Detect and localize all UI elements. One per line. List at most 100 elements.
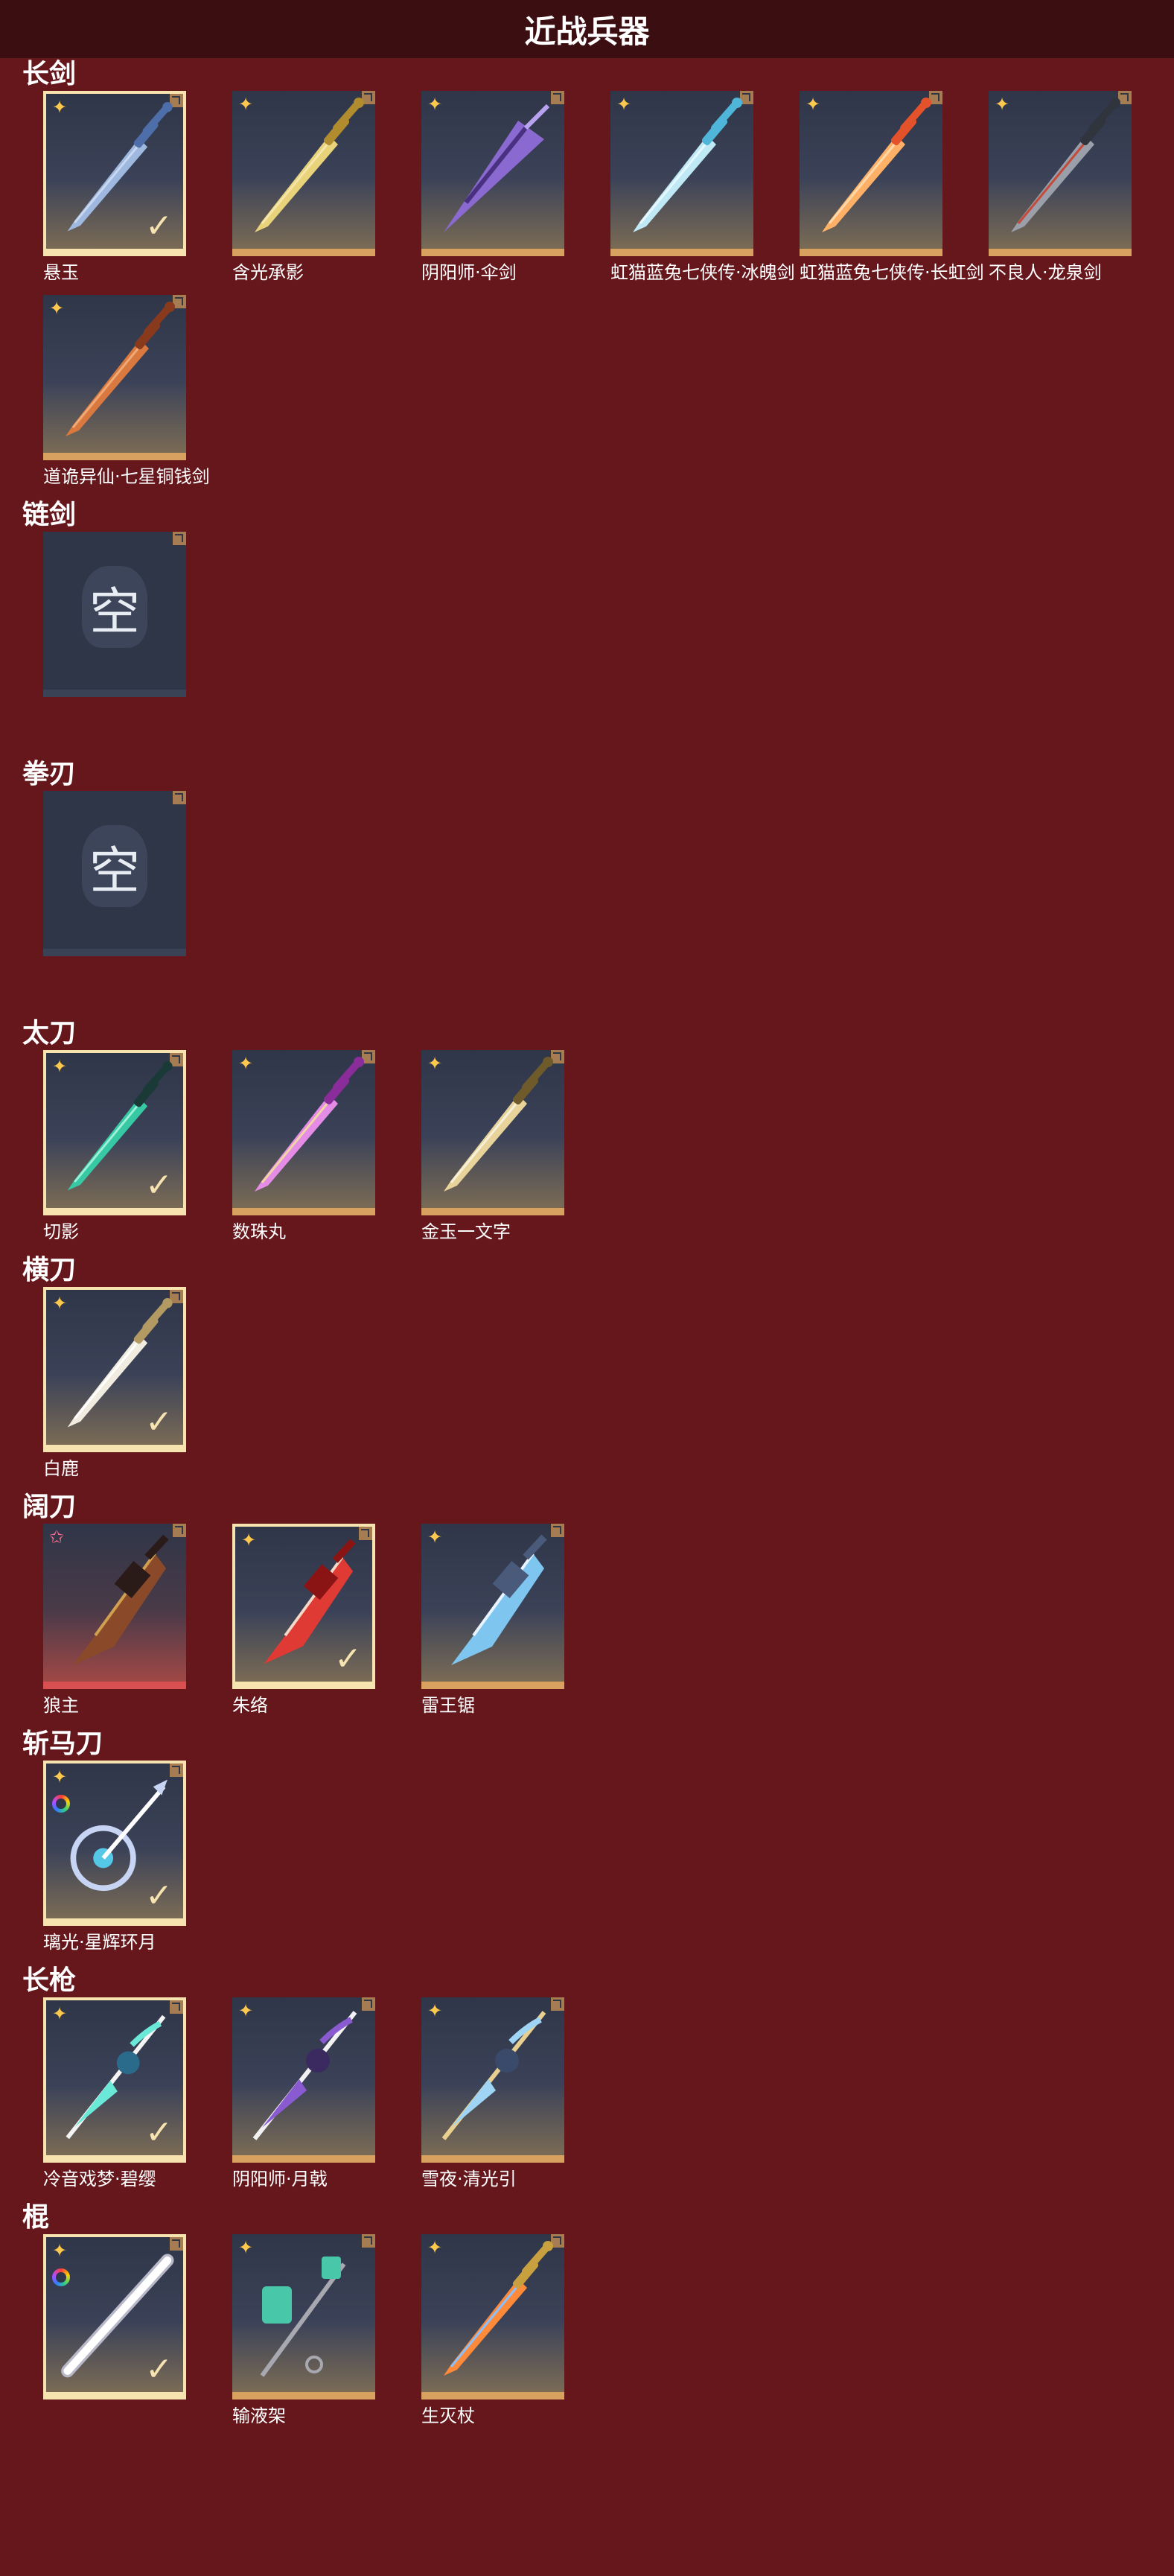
equipped-check-icon: ✓ xyxy=(145,1403,173,1441)
weapon-card[interactable]: ✦ ✓ 璃光·星辉环月 xyxy=(43,1761,186,1954)
weapon-tile[interactable]: ✦ ✓ xyxy=(43,91,186,256)
weapon-card[interactable]: ✦ ✓ 切影 xyxy=(43,1050,186,1244)
weapon-name: 切影 xyxy=(43,1221,79,1242)
weapon-card[interactable]: ✦ 金玉一文字 xyxy=(421,1050,564,1244)
weapon-art xyxy=(822,98,931,232)
weapon-tile[interactable]: ✦ xyxy=(421,1524,564,1689)
weapon-grid: 空 xyxy=(43,532,1160,758)
weapon-art xyxy=(451,1534,547,1665)
weapon-list: 长剑 ✦✓悬玉 ✦含光承影 ✦阴阳师·伞剑 ✦虹猫蓝兔七侠传·冰魄剑 xyxy=(0,58,1174,2438)
weapon-card[interactable]: ✦ 不良人·龙泉剑 xyxy=(989,91,1132,284)
weapon-tile[interactable]: ✦ xyxy=(232,1997,375,2163)
weapon-name: 狼主 xyxy=(43,1695,79,1716)
weapon-card[interactable]: ✦ 阴阳师·月戟 xyxy=(232,1997,375,2191)
equipped-check-icon: ✓ xyxy=(145,2350,173,2388)
weapon-tile[interactable]: ✦ xyxy=(421,2234,564,2400)
weapon-card[interactable]: ✦ 阴阳师·伞剑 xyxy=(421,91,564,284)
weapon-tile[interactable]: 空 xyxy=(43,532,186,697)
weapon-tile[interactable]: ✦ xyxy=(232,91,375,256)
weapon-card[interactable]: ✩ 狼主 xyxy=(43,1524,186,1717)
category-title: 阔刀 xyxy=(22,1492,77,1522)
weapon-card[interactable]: ✦ 雷王锯 xyxy=(421,1524,564,1717)
rarity-star-icon: ✦ xyxy=(238,2237,254,2258)
weapon-card[interactable]: ✦ 虹猫蓝兔七侠传·冰魄剑 xyxy=(610,91,795,284)
weapon-grid: ✩ 狼主 ✦ ✓ 朱络 ✦ 雷王锯 xyxy=(43,1524,1160,1728)
weapon-tile[interactable]: ✦ xyxy=(421,1050,564,1215)
weapon-card[interactable]: ✦ ✓ 白鹿 xyxy=(43,1287,186,1481)
weapon-name: 悬玉 xyxy=(43,262,79,283)
rarity-star-icon: ✦ xyxy=(238,2000,254,2021)
weapon-name: 璃光·星辉环月 xyxy=(43,1932,156,1953)
rarity-star-icon: ✦ xyxy=(427,1053,443,1074)
weapon-tile[interactable]: ✦ xyxy=(800,91,942,256)
weapon-tile[interactable]: 空 xyxy=(43,791,186,956)
rarity-star-icon: ✦ xyxy=(238,1053,254,1074)
weapon-name: 金玉一文字 xyxy=(421,1221,511,1242)
weapon-grid: ✦ ✓ 悬玉 ✦ 含光承影 ✦ 阴阳师·伞剑 ✦ 虹猫蓝兔七侠传·冰魄剑 ✦ 虹猫蓝 xyxy=(43,91,1160,499)
weapon-tile[interactable]: ✦ xyxy=(989,91,1132,256)
category-title: 长剑 xyxy=(22,59,77,89)
weapon-card[interactable]: ✦ ✓ xyxy=(43,2234,186,2428)
weapon-card[interactable]: ✦ 虹猫蓝兔七侠传·长虹剑 xyxy=(800,91,984,284)
weapon-category-section: 斩马刀 ✦ ✓ 璃光·星辉环月 xyxy=(0,1728,1174,1965)
weapon-tile[interactable]: ✦ ✓ xyxy=(43,1761,186,1926)
weapon-art xyxy=(66,302,175,436)
rarity-star-icon: ✦ xyxy=(241,1530,257,1551)
empty-slot-label: 空 xyxy=(89,582,140,642)
weapon-art xyxy=(1011,98,1120,232)
weapon-card[interactable]: ✦ 数珠丸 xyxy=(232,1050,375,1244)
rarity-star-icon: ✦ xyxy=(427,94,443,115)
weapon-name: 数珠丸 xyxy=(232,1221,286,1242)
weapon-art xyxy=(444,2241,553,2376)
weapon-art xyxy=(444,104,550,232)
weapon-grid: ✦ ✓ 切影 ✦ 数珠丸 ✦ 金玉一文字 xyxy=(43,1050,1160,1254)
weapon-tile[interactable]: ✦ ✓ xyxy=(43,2234,186,2400)
weapon-tile[interactable]: ✦ ✓ xyxy=(232,1524,375,1689)
rarity-star-icon: ✦ xyxy=(427,2000,443,2021)
weapon-tile[interactable]: ✦ xyxy=(421,91,564,256)
rainbow-ring-icon xyxy=(52,1795,70,1813)
weapon-category-section: 长枪 ✦ ✓ 冷音戏梦·碧缨 ✦ 阴阳师·月戟 ✦ 雪夜·清光引 xyxy=(0,1965,1174,2201)
weapon-name: 含光承影 xyxy=(232,262,304,283)
weapon-card[interactable]: ✦ 道诡异仙·七星铜钱剑 xyxy=(43,295,210,489)
weapon-tile[interactable]: ✦ ✓ xyxy=(43,1287,186,1452)
weapon-tile[interactable]: ✦ ✓ xyxy=(43,1050,186,1215)
weapon-category-section: 拳刃空 xyxy=(0,758,1174,1017)
weapon-category-section: 链剑空 xyxy=(0,499,1174,758)
weapon-art xyxy=(260,2257,346,2377)
weapon-card[interactable]: ✦ ✓ 朱络 xyxy=(232,1524,375,1717)
weapon-tile[interactable]: ✦ ✓ xyxy=(43,1997,186,2163)
weapon-tile[interactable]: ✦ xyxy=(43,295,186,460)
weapon-tile[interactable]: ✦ xyxy=(232,2234,375,2400)
expand-corner-icon[interactable] xyxy=(173,532,186,545)
weapon-card[interactable]: ✦ ✓ 冷音戏梦·碧缨 xyxy=(43,1997,186,2191)
weapon-card[interactable]: ✦ 生灭杖 xyxy=(421,2234,564,2428)
weapon-card[interactable]: ✦ 雪夜·清光引 xyxy=(421,1997,564,2191)
rainbow-ring-icon xyxy=(52,2268,70,2286)
weapon-art xyxy=(444,1057,553,1192)
weapon-name: 不良人·龙泉剑 xyxy=(989,262,1102,283)
category-title: 拳刃 xyxy=(22,759,77,789)
equipped-check-icon: ✓ xyxy=(334,1640,362,1678)
empty-weapon-slot[interactable]: 空 xyxy=(43,532,186,748)
weapon-tile[interactable]: ✦ xyxy=(232,1050,375,1215)
weapon-card[interactable]: ✦ 输液架 xyxy=(232,2234,375,2428)
weapon-card[interactable]: ✦ 含光承影 xyxy=(232,91,375,284)
weapon-tile[interactable]: ✦ xyxy=(610,91,753,256)
rarity-star-icon: ✦ xyxy=(616,94,632,115)
category-title: 链剑 xyxy=(22,500,77,530)
weapon-category-section: 横刀 ✦ ✓ 白鹿 xyxy=(0,1254,1174,1491)
empty-slot-icon: 空 xyxy=(77,566,152,648)
weapon-card[interactable]: ✦ ✓ 悬玉 xyxy=(43,91,186,284)
weapon-tile[interactable]: ✩ xyxy=(43,1524,186,1689)
weapon-name xyxy=(43,962,186,1007)
rarity-star-icon: ✦ xyxy=(52,1766,68,1787)
empty-weapon-slot[interactable]: 空 xyxy=(43,791,186,1007)
expand-corner-icon[interactable] xyxy=(173,791,186,804)
category-title: 长枪 xyxy=(22,1965,77,1996)
page-title: 近战兵器 xyxy=(0,0,1174,58)
weapon-category-section: 阔刀 ✩ 狼主 ✦ ✓ 朱络 ✦ 雷王锯 xyxy=(0,1491,1174,1728)
weapon-tile[interactable]: ✦ xyxy=(421,1997,564,2163)
weapon-name: 阴阳师·伞剑 xyxy=(421,262,517,283)
weapon-name: 雪夜·清光引 xyxy=(421,2169,517,2189)
